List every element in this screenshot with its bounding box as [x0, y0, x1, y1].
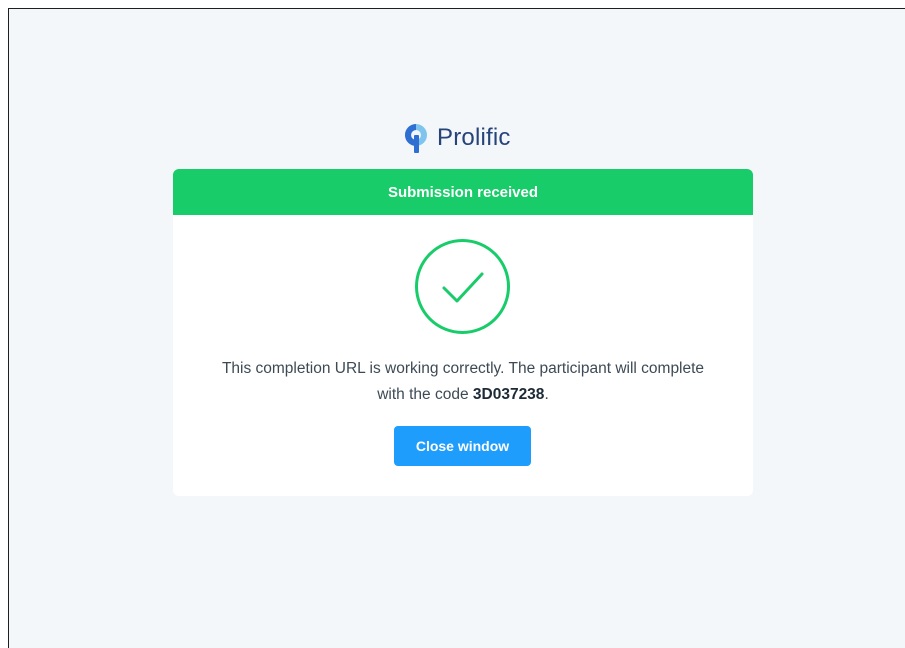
completion-message: This completion URL is working correctly… [213, 356, 713, 408]
submission-card: Submission received This completion URL … [173, 169, 753, 496]
completion-message-text: This completion URL is working correctly… [221, 360, 705, 403]
completion-code: 3D037238 [472, 386, 545, 403]
brand-name: Prolific [437, 124, 511, 151]
card-header: Submission received [173, 169, 753, 215]
close-window-button[interactable]: Close window [394, 426, 531, 466]
page-background: Prolific Submission received This comple… [8, 8, 905, 648]
prolific-logo: Prolific [399, 121, 511, 155]
checkmark-circle-icon [415, 239, 510, 334]
card-header-title: Submission received [387, 183, 539, 201]
completion-message-end: . [544, 386, 549, 403]
prolific-logo-icon [405, 124, 427, 153]
